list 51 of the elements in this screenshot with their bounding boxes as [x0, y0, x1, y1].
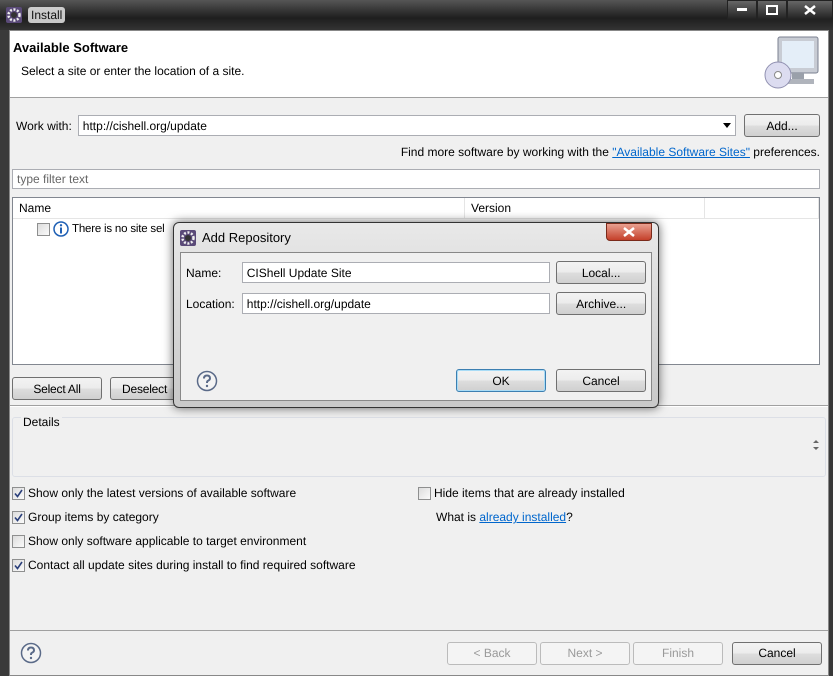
checkbox[interactable]	[12, 510, 25, 524]
option-label: Hide items that are already installed	[434, 486, 625, 500]
find-more-text: Find more software by working with the "Available Software Sites" preferences.	[400, 144, 821, 159]
work-with-label: Work with:	[16, 118, 72, 132]
help-icon[interactable]	[20, 642, 42, 664]
checkbox[interactable]	[418, 486, 431, 500]
field-label: Location:	[186, 296, 236, 310]
dialog-button[interactable]: Cancel	[556, 369, 646, 392]
site-combo-box[interactable]: http://cishell.org/update	[78, 115, 736, 136]
close-icon	[623, 227, 635, 237]
option-label: Contact all update sites during install to find required software	[28, 558, 356, 572]
option-label: Group items by category	[28, 510, 159, 524]
help-icon[interactable]	[196, 370, 218, 392]
app-icon	[6, 7, 22, 23]
browse-button[interactable]: Local...	[556, 261, 646, 284]
window-title: Install	[28, 7, 66, 23]
checkbox[interactable]	[12, 534, 25, 548]
table-cell: There is no site sel	[72, 223, 165, 235]
column-header[interactable]: Version	[465, 198, 705, 218]
filter-field[interactable]: type filter text	[12, 169, 820, 189]
close-button[interactable]	[787, 0, 833, 20]
close-icon	[804, 5, 816, 15]
option-label: Show only software applicable to target environment	[28, 534, 306, 548]
info-icon	[53, 221, 69, 237]
column-header[interactable]: Name	[13, 198, 465, 218]
available-sites-link[interactable]: "Available Software Sites"	[612, 145, 750, 159]
what-is-text: What is already installed?	[436, 510, 573, 524]
checkbox[interactable]	[12, 558, 25, 572]
field-label: Name:	[186, 266, 222, 280]
input-field[interactable]: http://cishell.org/update	[242, 293, 550, 314]
dialog-button[interactable]: OK	[456, 369, 546, 392]
maximize-icon	[766, 5, 778, 15]
app-icon	[180, 230, 196, 246]
browse-button[interactable]: Archive...	[556, 292, 646, 315]
input-field[interactable]: CIShell Update Site	[242, 262, 550, 283]
close-button[interactable]	[606, 223, 652, 241]
already-installed-link[interactable]: already installed	[479, 510, 566, 524]
add-button[interactable]: Add...	[744, 114, 820, 137]
page-title: Available Software	[13, 40, 130, 55]
maximize-button[interactable]	[757, 0, 787, 20]
checkbox[interactable]	[37, 222, 50, 236]
option-label: Show only the latest versions of available software	[28, 486, 296, 500]
dialog-title: Add Repository	[202, 230, 291, 245]
wizard-button[interactable]: Cancel	[732, 642, 822, 664]
minimize-icon	[737, 8, 747, 12]
table-button[interactable]: Select All	[12, 377, 102, 400]
minimize-button[interactable]	[727, 0, 757, 20]
checkbox[interactable]	[12, 486, 25, 500]
scroll-arrows-icon[interactable]	[813, 438, 819, 452]
page-subtitle: Select a site or enter the location of a site.	[20, 64, 246, 78]
details-title: Details	[21, 415, 62, 429]
